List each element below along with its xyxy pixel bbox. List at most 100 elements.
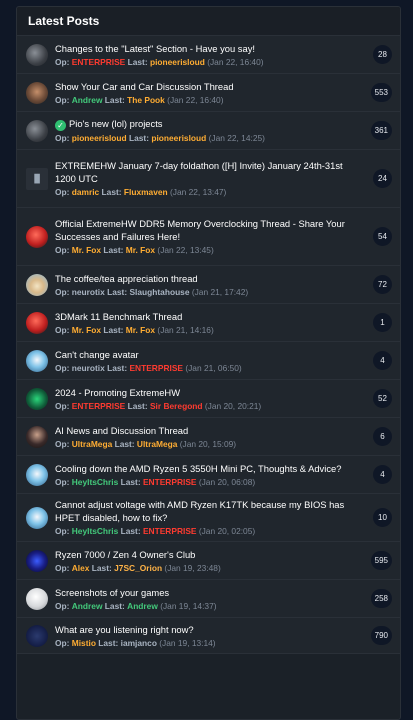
- last-label: Last:: [98, 637, 119, 648]
- thread-row[interactable]: Ryzen 7000 / Zen 4 Owner's Club Op: Alex …: [17, 542, 400, 580]
- thread-title-text[interactable]: Ryzen 7000 / Zen 4 Owner's Club: [55, 549, 195, 560]
- last-username[interactable]: Sir Beregond: [150, 401, 203, 411]
- thread-title-text[interactable]: Show Your Car and Car Discussion Thread: [55, 81, 234, 92]
- thread-title[interactable]: Ryzen 7000 / Zen 4 Owner's Club: [55, 548, 363, 561]
- op-username[interactable]: Mr. Fox: [72, 245, 101, 255]
- thread-title[interactable]: Show Your Car and Car Discussion Thread: [55, 80, 363, 93]
- last-username[interactable]: Fluxmaven: [124, 187, 168, 197]
- last-username[interactable]: pioneerisloud: [151, 133, 206, 143]
- thread-title-text[interactable]: Cooling down the AMD Ryzen 5 3550H Mini …: [55, 463, 341, 474]
- last-username[interactable]: Slaughtahouse: [129, 287, 189, 297]
- op-username[interactable]: Andrew: [72, 601, 103, 611]
- thread-title-text[interactable]: 3DMark 11 Benchmark Thread: [55, 311, 182, 322]
- thread-row[interactable]: ▐▌ EXTREMEHW January 7-day foldathon ([H]…: [17, 150, 400, 208]
- thread-title[interactable]: Official ExtremeHW DDR5 Memory Overclock…: [55, 217, 365, 243]
- anime-avatar[interactable]: [26, 463, 48, 486]
- op-username[interactable]: HeyItsChris: [72, 526, 119, 536]
- thread-row[interactable]: 3DMark 11 Benchmark Thread Op: Mr. Fox La…: [17, 304, 400, 342]
- reply-count-badge: 72: [373, 275, 392, 294]
- thread-title[interactable]: Cooling down the AMD Ryzen 5 3550H Mini …: [55, 462, 365, 475]
- helmet-avatar[interactable]: [26, 119, 48, 142]
- thread-row[interactable]: 2024 - Promoting ExtremeHW Op: ENTERPRISE…: [17, 380, 400, 418]
- op-label: Op:: [55, 562, 70, 573]
- last-username[interactable]: Mr. Fox: [126, 245, 155, 255]
- thread-row[interactable]: What are you listening right now? Op: Mis…: [17, 618, 400, 654]
- op-username[interactable]: ENTERPRISE: [72, 401, 126, 411]
- thread-title-text[interactable]: Screenshots of your games: [55, 587, 169, 598]
- cone-avatar[interactable]: [26, 273, 48, 296]
- thread-title-text[interactable]: Can't change avatar: [55, 349, 139, 360]
- thread-title-text[interactable]: 2024 - Promoting ExtremeHW: [55, 387, 180, 398]
- thread-title-text[interactable]: The coffee/tea appreciation thread: [55, 273, 198, 284]
- dark-avatar[interactable]: [26, 624, 48, 647]
- op-username[interactable]: Mistio: [72, 638, 96, 648]
- thread-title[interactable]: 2024 - Promoting ExtremeHW: [55, 386, 365, 399]
- thread-row[interactable]: Changes to the "Latest" Section - Have y…: [17, 36, 400, 74]
- thread-body: EXTREMEHW January 7-day foldathon ([H] I…: [55, 159, 373, 198]
- thread-row[interactable]: Cooling down the AMD Ryzen 5 3550H Mini …: [17, 456, 400, 494]
- last-username[interactable]: ENTERPRISE: [143, 526, 197, 536]
- thread-title[interactable]: Can't change avatar: [55, 348, 365, 361]
- last-username[interactable]: pioneerisloud: [150, 57, 205, 67]
- last-username[interactable]: J7SC_Orion: [114, 563, 162, 573]
- op-username[interactable]: Alex: [72, 563, 90, 573]
- helmet-avatar[interactable]: [26, 43, 48, 66]
- thread-row[interactable]: Can't change avatar Op: neurotix Last: EN…: [17, 342, 400, 380]
- thread-title-text[interactable]: Pio's new (lol) projects: [69, 118, 163, 129]
- thread-title-text[interactable]: What are you listening right now?: [55, 624, 194, 635]
- hood-avatar[interactable]: [26, 425, 48, 448]
- thread-title-text[interactable]: Changes to the "Latest" Section - Have y…: [55, 43, 255, 54]
- green-avatar[interactable]: [26, 387, 48, 410]
- last-label: Last:: [101, 187, 122, 197]
- thread-title[interactable]: EXTREMEHW January 7-day foldathon ([H] I…: [55, 159, 365, 185]
- thread-title[interactable]: Screenshots of your games: [55, 586, 363, 599]
- thread-row[interactable]: The coffee/tea appreciation thread Op: ne…: [17, 266, 400, 304]
- op-username[interactable]: ENTERPRISE: [72, 57, 126, 67]
- thread-title[interactable]: Cannot adjust voltage with AMD Ryzen K17…: [55, 498, 365, 524]
- space-avatar[interactable]: [26, 549, 48, 572]
- last-username[interactable]: The Pook: [127, 95, 165, 105]
- thread-title-text[interactable]: AI News and Discussion Thread: [55, 425, 188, 436]
- op-username[interactable]: pioneerisloud: [72, 133, 127, 143]
- last-username[interactable]: ENTERPRISE: [129, 363, 183, 373]
- op-username[interactable]: HeyItsChris: [72, 477, 119, 487]
- thread-row[interactable]: Cannot adjust voltage with AMD Ryzen K17…: [17, 494, 400, 542]
- thread-title[interactable]: AI News and Discussion Thread: [55, 424, 365, 437]
- anime-avatar[interactable]: [26, 349, 48, 372]
- op-username[interactable]: Andrew: [72, 95, 103, 105]
- thread-list: Changes to the "Latest" Section - Have y…: [17, 36, 400, 654]
- thread-title[interactable]: ✓ Pio's new (lol) projects: [55, 117, 363, 131]
- op-username[interactable]: neurotix: [72, 363, 105, 373]
- last-username[interactable]: ENTERPRISE: [143, 477, 197, 487]
- thread-title[interactable]: 3DMark 11 Benchmark Thread: [55, 310, 365, 323]
- fox-avatar[interactable]: [26, 225, 48, 248]
- logo-avatar[interactable]: ▐▌: [26, 167, 48, 190]
- post-date: (Jan 20, 15:09): [179, 438, 237, 449]
- thread-row[interactable]: AI News and Discussion Thread Op: UltraMe…: [17, 418, 400, 456]
- last-username[interactable]: iamjanco: [121, 638, 157, 648]
- op-username[interactable]: neurotix: [72, 287, 105, 297]
- op-label: Op:: [55, 133, 70, 143]
- last-username[interactable]: Andrew: [127, 601, 158, 611]
- thread-row[interactable]: Show Your Car and Car Discussion Thread O…: [17, 74, 400, 112]
- op-username[interactable]: UltraMega: [72, 439, 113, 449]
- op-username[interactable]: Mr. Fox: [72, 325, 101, 335]
- thread-title-text[interactable]: EXTREMEHW January 7-day foldathon ([H] I…: [55, 160, 343, 184]
- thread-title[interactable]: What are you listening right now?: [55, 623, 363, 636]
- thread-row[interactable]: ✓ Pio's new (lol) projects Op: pioneerislo…: [17, 112, 400, 150]
- thread-title-text[interactable]: Cannot adjust voltage with AMD Ryzen K17…: [55, 499, 344, 523]
- thread-title[interactable]: The coffee/tea appreciation thread: [55, 272, 365, 285]
- thread-meta: Op: Andrew Last: Andrew (Jan 19, 14:37): [55, 600, 363, 612]
- last-username[interactable]: Mr. Fox: [126, 325, 155, 335]
- white-avatar[interactable]: [26, 587, 48, 610]
- thread-row[interactable]: Official ExtremeHW DDR5 Memory Overclock…: [17, 208, 400, 266]
- anime-avatar[interactable]: [26, 506, 48, 529]
- thread-title[interactable]: Changes to the "Latest" Section - Have y…: [55, 42, 365, 55]
- thread-row[interactable]: Screenshots of your games Op: Andrew Last…: [17, 580, 400, 618]
- op-label: Op:: [55, 187, 70, 197]
- op-username[interactable]: damric: [72, 187, 99, 197]
- thread-title-text[interactable]: Official ExtremeHW DDR5 Memory Overclock…: [55, 218, 345, 242]
- last-username[interactable]: UltraMega: [137, 439, 178, 449]
- fox-avatar[interactable]: [26, 311, 48, 334]
- man-avatar[interactable]: [26, 81, 48, 104]
